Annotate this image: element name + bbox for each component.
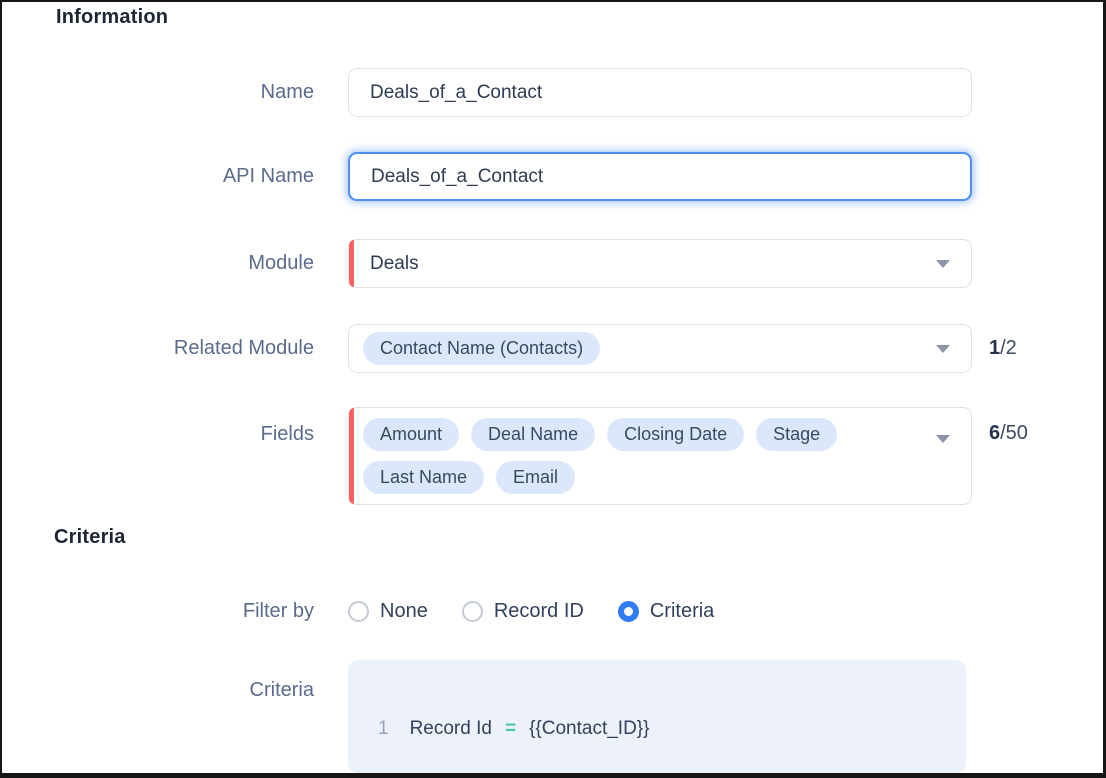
api-name-input[interactable] [348,152,972,201]
fields-counter: 6/50 [989,422,1028,444]
field-chip[interactable]: Amount [363,418,460,451]
field-chip[interactable]: Last Name [363,461,485,494]
fields-label: Fields [260,423,314,445]
criteria-section-title: Criteria [54,526,126,548]
name-input[interactable] [348,68,972,117]
field-chip[interactable]: Stage [756,418,838,451]
related-module-row: Related Module Contact Name (Contacts) 1… [2,324,1106,373]
criteria-editor-label: Criteria [249,679,314,701]
radio-option-record-id[interactable]: Record ID [461,600,584,623]
radio-option-criteria[interactable]: Criteria [617,600,715,623]
radio-option-label: Record ID [493,600,584,622]
filter-by-label: Filter by [242,600,314,622]
name-row: Name [2,68,1106,117]
criteria-editor-row: Criteria 1 Record Id = {{Contact_ID}} [2,660,1106,773]
information-section-title: Information [56,6,169,28]
fields-multiselect[interactable]: Amount Deal Name Closing Date Stage Last… [348,407,972,505]
line-number: 1 [378,718,389,739]
name-label: Name [260,81,314,103]
criteria-code-line: 1 Record Id = {{Contact_ID}} [348,660,966,740]
radio-unselected-icon[interactable] [461,601,483,622]
related-module-label: Related Module [173,337,314,359]
criteria-field-token[interactable]: Record Id [410,718,492,740]
module-selected-value: Deals [370,252,419,274]
chevron-down-icon[interactable] [936,344,950,353]
api-name-label: API Name [222,165,314,187]
module-label: Module [248,252,314,274]
criteria-operator-token[interactable]: = [505,718,516,740]
field-chip[interactable]: Email [496,461,576,494]
radio-option-label: None [380,600,428,622]
module-row: Module Deals [2,239,1106,288]
radio-unselected-icon[interactable] [348,601,369,622]
field-chip[interactable]: Closing Date [607,418,745,451]
module-select[interactable]: Deals [348,239,972,288]
radio-option-label: Criteria [649,600,715,622]
criteria-value-token[interactable]: {{Contact_ID}} [529,718,649,740]
fields-row: Fields Amount Deal Name Closing Date Sta… [2,407,1106,505]
chevron-down-icon[interactable] [936,259,950,268]
filter-by-row: Filter by None Record ID Criteria [2,600,1106,623]
related-module-counter: 1/2 [989,337,1017,359]
api-name-row: API Name [2,152,1106,201]
field-chip[interactable]: Deal Name [471,418,596,451]
radio-option-none[interactable]: None [348,600,428,623]
radio-selected-icon[interactable] [617,601,639,622]
related-module-select[interactable]: Contact Name (Contacts) [348,324,972,373]
filter-by-radio-group: None Record ID Criteria [348,600,714,623]
criteria-code-editor[interactable]: 1 Record Id = {{Contact_ID}} [348,660,966,773]
related-module-chip[interactable]: Contact Name (Contacts) [363,332,601,365]
chevron-down-icon[interactable] [936,435,950,443]
